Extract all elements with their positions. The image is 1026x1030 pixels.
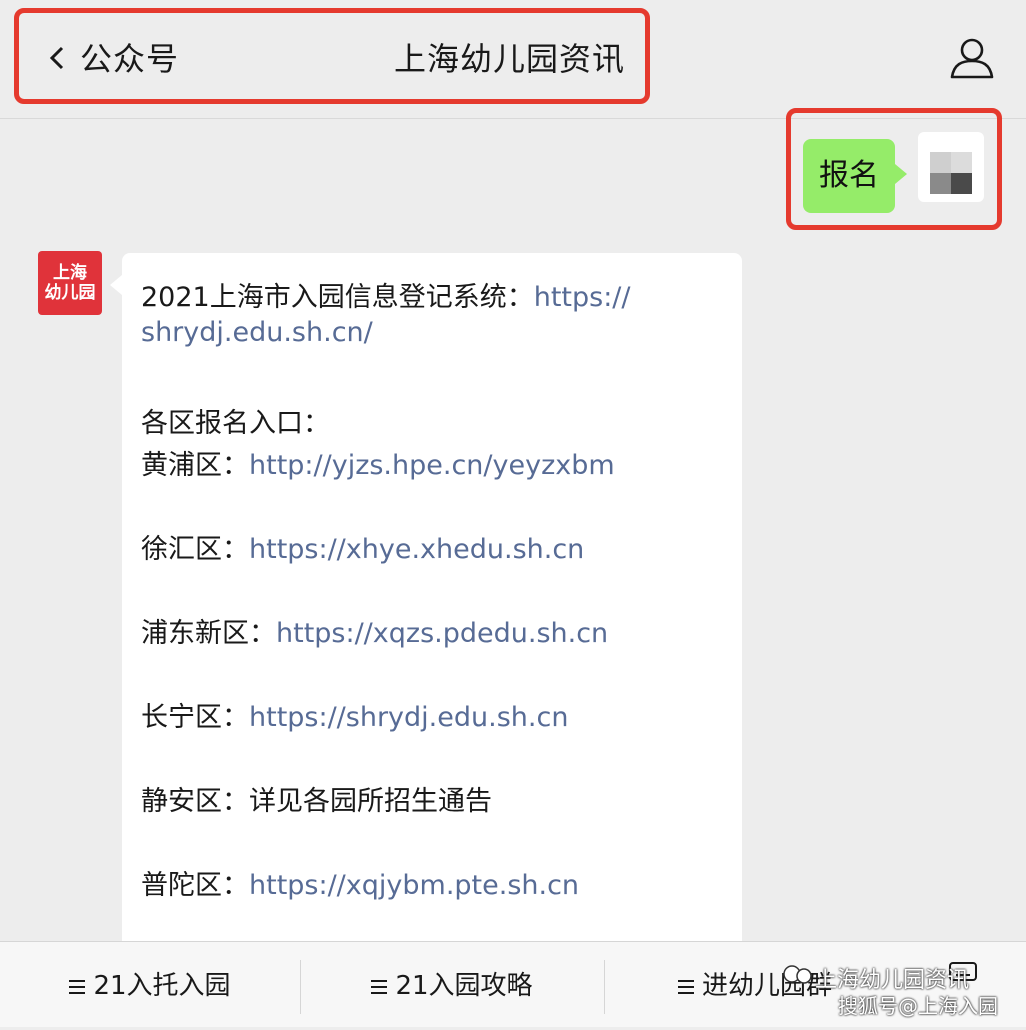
- avatar-text-line2: 幼儿园: [44, 283, 96, 303]
- district-row: 普陀区：https://xqjybm.pte.sh.cn: [141, 863, 579, 902]
- district-note: 详见各园所招生通告: [249, 786, 492, 817]
- menu-item-label: 21入园攻略: [395, 971, 533, 1001]
- message-line: 2021上海市入园信息登记系统：https://: [141, 275, 631, 314]
- district-link[interactable]: http://yjzs.hpe.cn/yeyzxbm: [249, 450, 615, 481]
- district-row: 黄浦区：http://yjzs.hpe.cn/yeyzxbm: [141, 443, 615, 482]
- watermark-line2: 搜狐号@上海入园: [838, 994, 998, 1018]
- incoming-bubble-tail: [110, 275, 122, 295]
- district-row: 浦东新区：https://xqzs.pdedu.sh.cn: [141, 611, 608, 650]
- district-name: 浦东新区：: [141, 618, 276, 649]
- menu-list-icon: [677, 980, 694, 994]
- menu-item-2[interactable]: 21入园攻略: [301, 942, 603, 1027]
- official-account-avatar[interactable]: 上海 幼儿园: [38, 251, 102, 315]
- district-row: 静安区：详见各园所招生通告: [141, 779, 492, 818]
- district-name: 静安区：: [141, 786, 249, 817]
- section-heading: 各区报名入口：: [141, 408, 330, 439]
- district-link[interactable]: https://shrydj.edu.sh.cn: [249, 702, 568, 733]
- avatar-text-line1: 上海: [53, 263, 87, 283]
- message-highlight-box: [786, 108, 1002, 230]
- district-name: 黄浦区：: [141, 450, 249, 481]
- district-link[interactable]: https://xqzs.pdedu.sh.cn: [276, 618, 608, 649]
- district-row: 长宁区：https://shrydj.edu.sh.cn: [141, 695, 568, 734]
- district-link[interactable]: https://xhye.xhedu.sh.cn: [249, 534, 584, 565]
- district-row: 徐汇区：https://xhye.xhedu.sh.cn: [141, 527, 584, 566]
- system-name-text: 2021上海市入园信息登记系统：: [141, 282, 534, 313]
- system-link-continued[interactable]: shrydj.edu.sh.cn/: [141, 317, 373, 348]
- system-link[interactable]: https://: [534, 282, 631, 313]
- menu-list-icon: [371, 980, 388, 994]
- menu-item-label: 21入托入园: [93, 971, 231, 1001]
- header-highlight-box: [14, 8, 650, 104]
- person-icon[interactable]: [948, 36, 996, 80]
- district-name: 普陀区：: [141, 870, 249, 901]
- district-name: 徐汇区：: [141, 534, 249, 565]
- menu-list-icon: [69, 980, 86, 994]
- watermark-logo-icon: [783, 965, 812, 984]
- incoming-message-bubble: [122, 253, 742, 953]
- district-name: 长宁区：: [141, 702, 249, 733]
- district-link[interactable]: https://xqjybm.pte.sh.cn: [249, 870, 579, 901]
- menu-item-1[interactable]: 21入托入园: [0, 942, 300, 1027]
